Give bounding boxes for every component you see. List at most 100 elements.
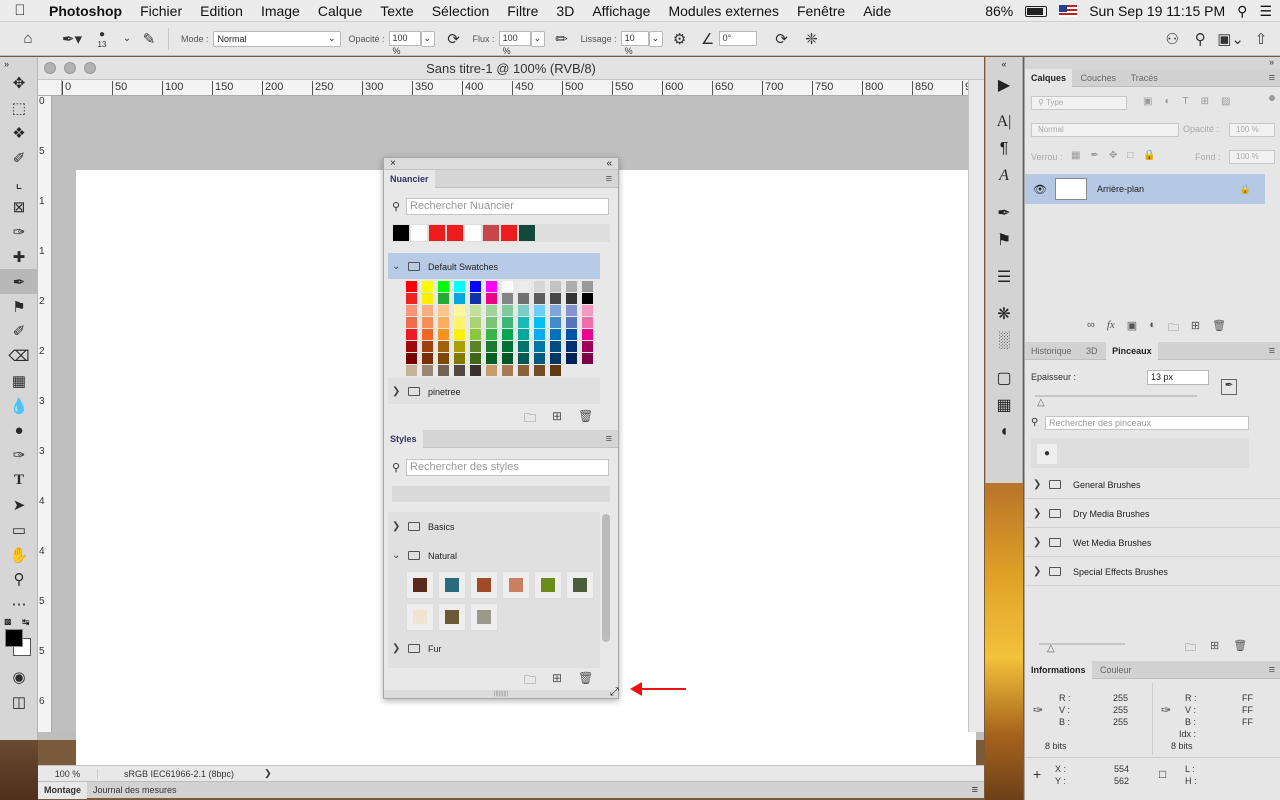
path-selection-tool-icon[interactable]: ➤ [0, 493, 38, 518]
new-group-icon[interactable]: 🗀 [524, 409, 536, 430]
symmetry-icon[interactable]: ❈ [801, 27, 823, 51]
brush-group-row[interactable]: ❯ Wet Media Brushes [1025, 529, 1280, 557]
swatch[interactable] [486, 353, 497, 364]
smoothing-dropdown[interactable]: ⌄ [648, 30, 663, 47]
chevron-down-icon[interactable]: ⌄ [392, 261, 404, 272]
new-layer-icon[interactable]: ⊞ [1191, 319, 1200, 338]
trash-icon[interactable]: 🗑 [578, 409, 593, 430]
eyedropper-tool-icon[interactable]: ✑ [0, 220, 38, 245]
swatch[interactable] [534, 341, 545, 352]
swatch[interactable] [438, 341, 449, 352]
swatch[interactable] [486, 365, 497, 376]
recent-swatch[interactable] [519, 225, 535, 241]
zoom-tool-icon[interactable]: ⚲ [0, 567, 38, 592]
swatch[interactable] [454, 305, 465, 316]
swatch[interactable] [406, 329, 417, 340]
clock[interactable]: Sun Sep 19 11:15 PM [1089, 3, 1225, 19]
swatch[interactable] [470, 317, 481, 328]
styles-search-input[interactable]: Rechercher des styles [406, 459, 609, 476]
swatch[interactable] [582, 281, 593, 292]
eyedropper-icon[interactable]: ✑ [1161, 703, 1171, 717]
menu-modules-externes[interactable]: Modules externes [659, 3, 788, 19]
trash-icon[interactable]: 🗑 [1233, 639, 1247, 658]
swatch[interactable] [550, 317, 561, 328]
layer-filter-select[interactable]: ⚲ Type [1031, 96, 1127, 110]
crop-tool-icon[interactable]: ⌞ [0, 170, 38, 195]
swatch[interactable] [438, 317, 449, 328]
marquee-tool-icon[interactable]: ⬚ [0, 96, 38, 121]
swatch[interactable] [438, 305, 449, 316]
menu-3d[interactable]: 3D [547, 3, 583, 19]
histogram-icon[interactable]: ░ [986, 327, 1022, 354]
gear-icon[interactable]: ⚙ [669, 27, 691, 51]
swatch[interactable] [550, 365, 561, 376]
brush-settings-icon[interactable]: ✎ [138, 27, 160, 51]
lasso-tool-icon[interactable]: ❖ [0, 121, 38, 146]
zoom-level[interactable]: 100 % [38, 768, 98, 779]
brush-size-input[interactable]: 13 px [1147, 370, 1209, 385]
tab-traces[interactable]: Tracés [1125, 69, 1164, 87]
swatch[interactable] [582, 317, 593, 328]
angle-input[interactable]: 0° [718, 31, 757, 46]
swatch[interactable] [534, 329, 545, 340]
opacity-dropdown[interactable]: ⌄ [420, 30, 435, 47]
healing-brush-tool-icon[interactable]: ✚ [0, 245, 38, 270]
link-icon[interactable]: ∞ [1087, 319, 1095, 338]
panel-resize-grip[interactable]: ||||||||| [384, 690, 618, 698]
swatch[interactable] [518, 329, 529, 340]
swatch[interactable] [438, 365, 449, 376]
chevron-down-icon[interactable]: ⌄ [392, 550, 404, 561]
tab-couches[interactable]: Couches [1075, 69, 1123, 87]
style-preset-tile[interactable] [406, 603, 434, 631]
style-preset-tile[interactable] [534, 571, 562, 599]
style-preset-tile[interactable] [438, 603, 466, 631]
swatch[interactable] [454, 317, 465, 328]
dock-collapse-icon[interactable]: » [1025, 57, 1280, 69]
recent-swatch[interactable] [393, 225, 409, 241]
tab-historique[interactable]: Historique [1025, 342, 1078, 360]
slider-thumb-icon[interactable]: △ [1037, 397, 1045, 408]
resize-corner-icon[interactable]: ⤢ [610, 686, 619, 699]
recent-swatch[interactable] [429, 225, 445, 241]
more-tools-icon[interactable]: ⋯ [0, 592, 38, 617]
layer-opacity-input[interactable]: 100 % [1229, 123, 1275, 137]
blur-tool-icon[interactable]: 💧 [0, 393, 38, 418]
layer-name[interactable]: Arrière-plan [1097, 184, 1144, 194]
swatch[interactable] [486, 317, 497, 328]
swatch[interactable] [582, 305, 593, 316]
new-group-icon[interactable]: 🗀 [1168, 319, 1179, 338]
spotlight-icon[interactable]: ⚲ [1237, 3, 1247, 20]
style-preset-tile[interactable] [502, 571, 530, 599]
style-preset-tile[interactable] [438, 571, 466, 599]
chevron-right-icon[interactable]: ❯ [392, 521, 404, 532]
swatch[interactable] [486, 293, 497, 304]
flow-input[interactable]: 100 % [498, 31, 531, 56]
swatch[interactable] [550, 329, 561, 340]
ruler-origin[interactable] [38, 80, 62, 96]
default-swatches-row[interactable]: ⌄ Default Swatches [392, 261, 498, 272]
swatch[interactable] [406, 353, 417, 364]
swatch[interactable] [582, 353, 593, 364]
basics-row[interactable]: ❯ Basics [392, 521, 455, 532]
swatch[interactable] [422, 329, 433, 340]
tab-nuancier[interactable]: Nuancier [384, 170, 435, 188]
adjustment-layer-icon[interactable]: ◐ [1149, 319, 1156, 338]
default-colors-icon[interactable]: ▩ [4, 617, 12, 626]
swatch[interactable] [486, 329, 497, 340]
swatch[interactable] [550, 341, 561, 352]
menu-app-name[interactable]: Photoshop [40, 3, 131, 19]
swatch[interactable] [454, 329, 465, 340]
menu-fichier[interactable]: Fichier [131, 3, 191, 19]
opacity-input[interactable]: 100 % [388, 31, 421, 56]
smoothing-input[interactable]: 10 % [620, 31, 649, 56]
history-brush-tool-icon[interactable]: ✐ [0, 319, 38, 344]
pinetree-row[interactable]: ❯ pinetree [392, 386, 461, 397]
swatch[interactable] [534, 365, 545, 376]
layer-filter-icons[interactable]: ▣◐T⊞▨ [1143, 96, 1242, 107]
swatch[interactable] [422, 305, 433, 316]
recent-swatch[interactable] [411, 225, 427, 241]
adjustments-icon[interactable]: ☰ [986, 263, 1022, 290]
swatch[interactable] [406, 281, 417, 292]
menu-calque[interactable]: Calque [309, 3, 371, 19]
clone-stamp-tool-icon[interactable]: ⚑ [0, 294, 38, 319]
